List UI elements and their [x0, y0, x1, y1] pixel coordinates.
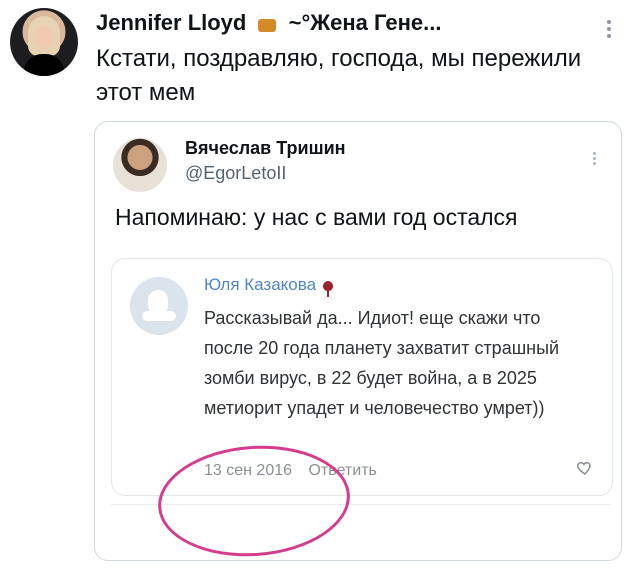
comment-author-name: Юля Казакова: [204, 275, 317, 294]
quoted-avatar[interactable]: [113, 138, 167, 192]
quoted-name[interactable]: Вячеслав Тришин: [185, 138, 346, 159]
embedded-comment-card: Юля Казакова Рассказывай да... Идиот! ещ…: [111, 258, 613, 496]
heart-icon[interactable]: [576, 459, 594, 477]
user-name[interactable]: Jennifer Lloyd: [96, 10, 246, 35]
tweet-header: Jennifer Lloyd ~°Жена Гене...: [96, 10, 441, 36]
more-icon[interactable]: [606, 18, 612, 40]
avatar[interactable]: [10, 8, 78, 76]
avatar-dress: [24, 54, 64, 76]
quoted-text: Напоминаю: у нас с вами год остался: [115, 204, 518, 230]
avatar-face: [35, 25, 53, 49]
tweet-text: Кстати, поздравляю, господа, мы пережили…: [96, 45, 582, 106]
comment-avatar: [130, 277, 188, 335]
drink-icon: [258, 14, 277, 32]
user-note: ~°Жена Гене...: [288, 10, 442, 35]
comment-author: Юля Казакова: [204, 275, 334, 297]
comment-text: Рассказывай да... Идиот! еще скажи что п…: [204, 308, 560, 418]
wine-icon: [323, 281, 334, 297]
quoted-more-icon[interactable]: [591, 150, 597, 168]
quoted-handle[interactable]: @EgorLetoII: [185, 163, 286, 184]
